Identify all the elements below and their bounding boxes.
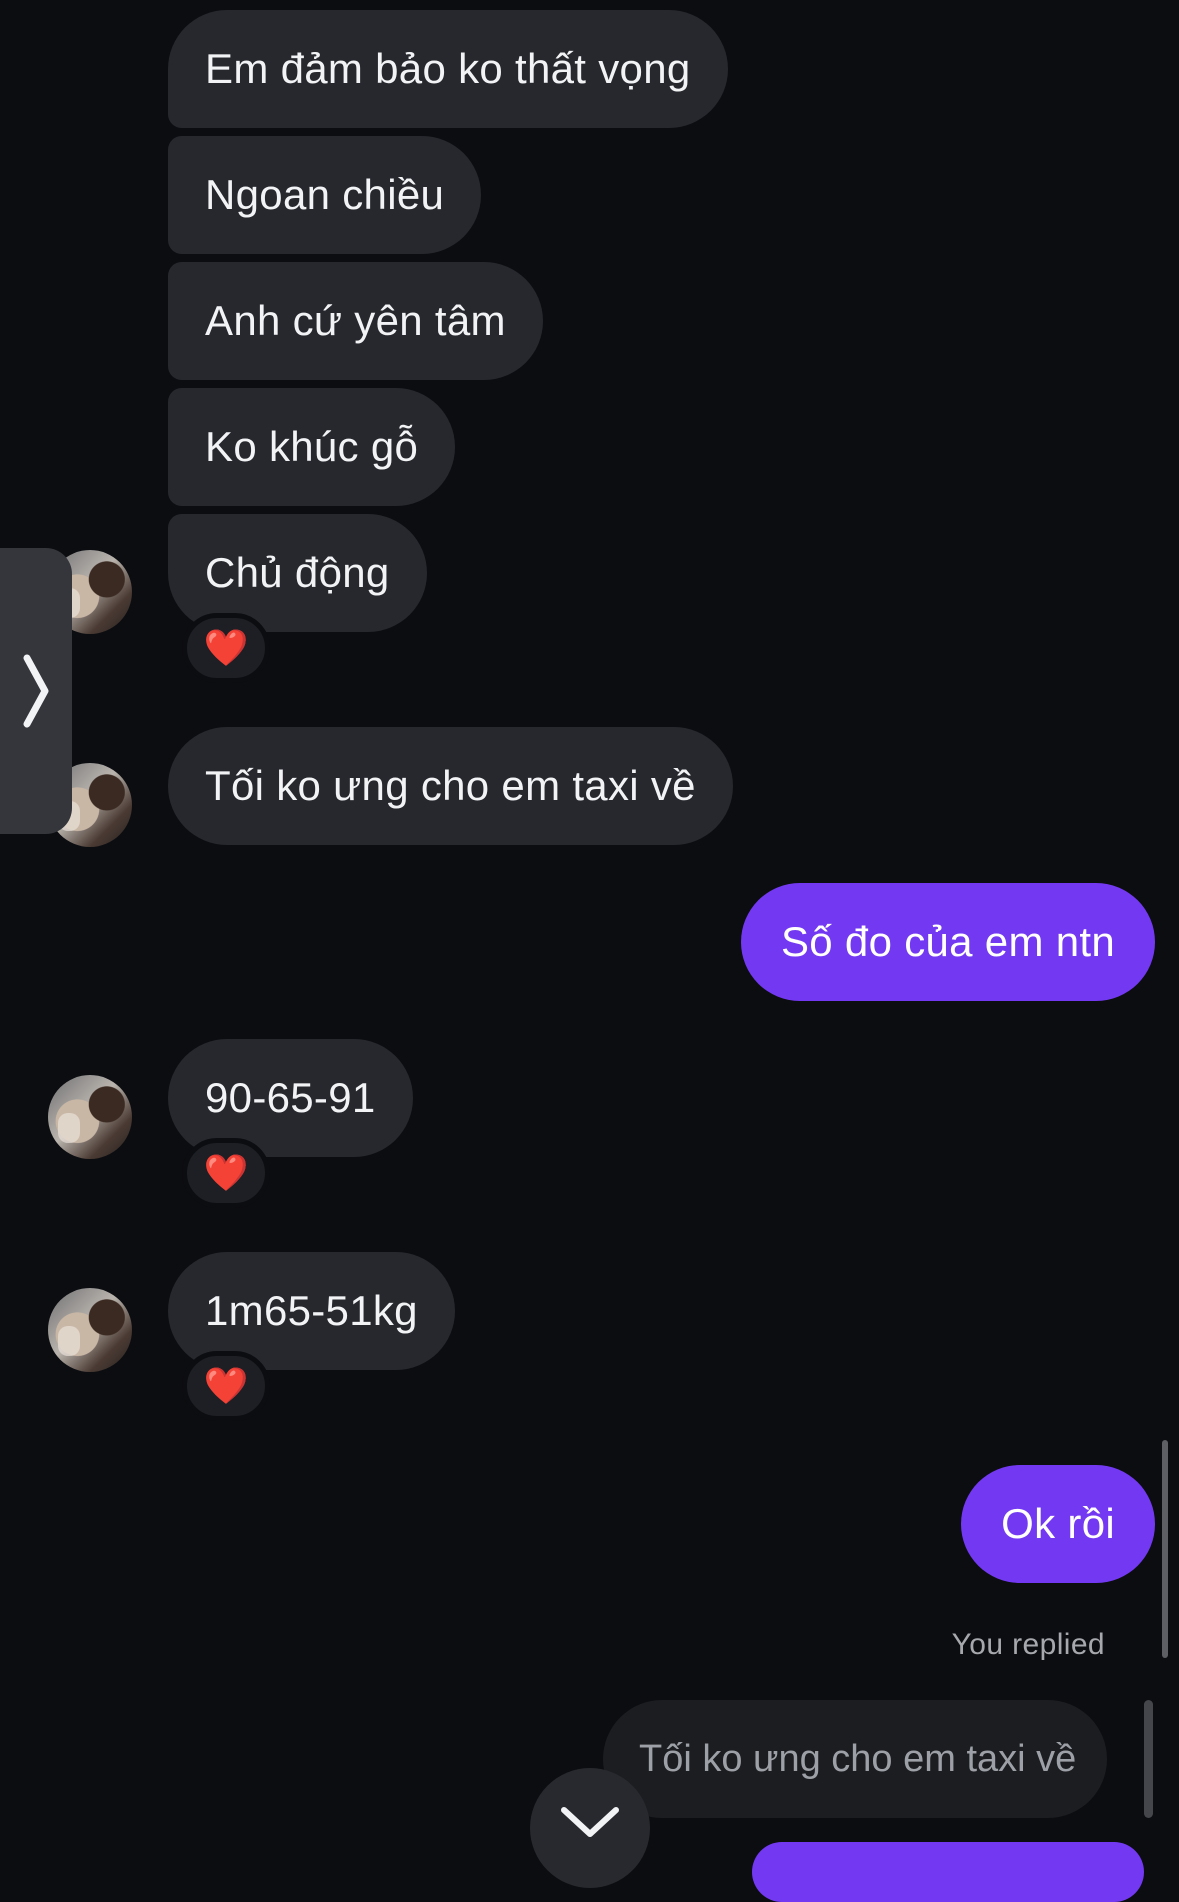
message-text: Anh cứ yên tâm — [205, 297, 506, 344]
chevron-down-icon — [561, 1807, 619, 1837]
scroll-to-bottom-button[interactable] — [530, 1768, 650, 1888]
message-text: Ngoan chiều — [205, 171, 445, 218]
heart-icon: ❤️ — [203, 1365, 249, 1406]
heart-reaction[interactable]: ❤️ — [182, 613, 270, 683]
reply-label: You replied — [951, 1628, 1105, 1661]
incoming-message[interactable]: Ngoan chiều — [168, 136, 482, 254]
message-text: 1m65-51kg — [205, 1287, 418, 1334]
incoming-message[interactable]: Ko khúc gỗ — [168, 388, 456, 506]
quoted-reply-message[interactable]: Tối ko ưng cho em taxi về — [603, 1700, 1107, 1818]
outgoing-message[interactable]: Ok rồi — [961, 1465, 1155, 1583]
message-text: 90-65-91 — [205, 1074, 376, 1121]
message-text: Chủ động — [205, 549, 390, 596]
incoming-message[interactable]: Em đảm bảo ko thất vọng — [168, 10, 728, 128]
message-text: Ok rồi — [1001, 1500, 1115, 1547]
side-panel-handle[interactable] — [0, 548, 72, 834]
message-text: Tối ko ưng cho em taxi về — [205, 762, 696, 809]
heart-icon: ❤️ — [203, 627, 249, 668]
quoted-text: Tối ko ưng cho em taxi về — [639, 1737, 1077, 1780]
incoming-message[interactable]: Tối ko ưng cho em taxi về — [168, 727, 733, 845]
message-text: Em đảm bảo ko thất vọng — [205, 45, 691, 92]
message-text: Ko khúc gỗ — [205, 423, 419, 470]
chat-thread: Em đảm bảo ko thất vọng Ngoan chiều Anh … — [0, 0, 1179, 1902]
chevron-right-icon — [23, 654, 49, 728]
reply-indicator-bar — [1144, 1700, 1153, 1818]
heart-reaction[interactable]: ❤️ — [182, 1138, 270, 1208]
sender-avatar[interactable] — [48, 1288, 132, 1372]
outgoing-message-partial[interactable] — [752, 1842, 1144, 1902]
heart-reaction[interactable]: ❤️ — [182, 1351, 270, 1421]
outgoing-message[interactable]: Số đo của em ntn — [740, 883, 1155, 1001]
sender-avatar[interactable] — [48, 1075, 132, 1159]
scrollbar[interactable] — [1162, 1440, 1168, 1658]
heart-icon: ❤️ — [203, 1152, 249, 1193]
message-text: Số đo của em ntn — [780, 918, 1115, 965]
incoming-message[interactable]: Anh cứ yên tâm — [168, 262, 543, 380]
